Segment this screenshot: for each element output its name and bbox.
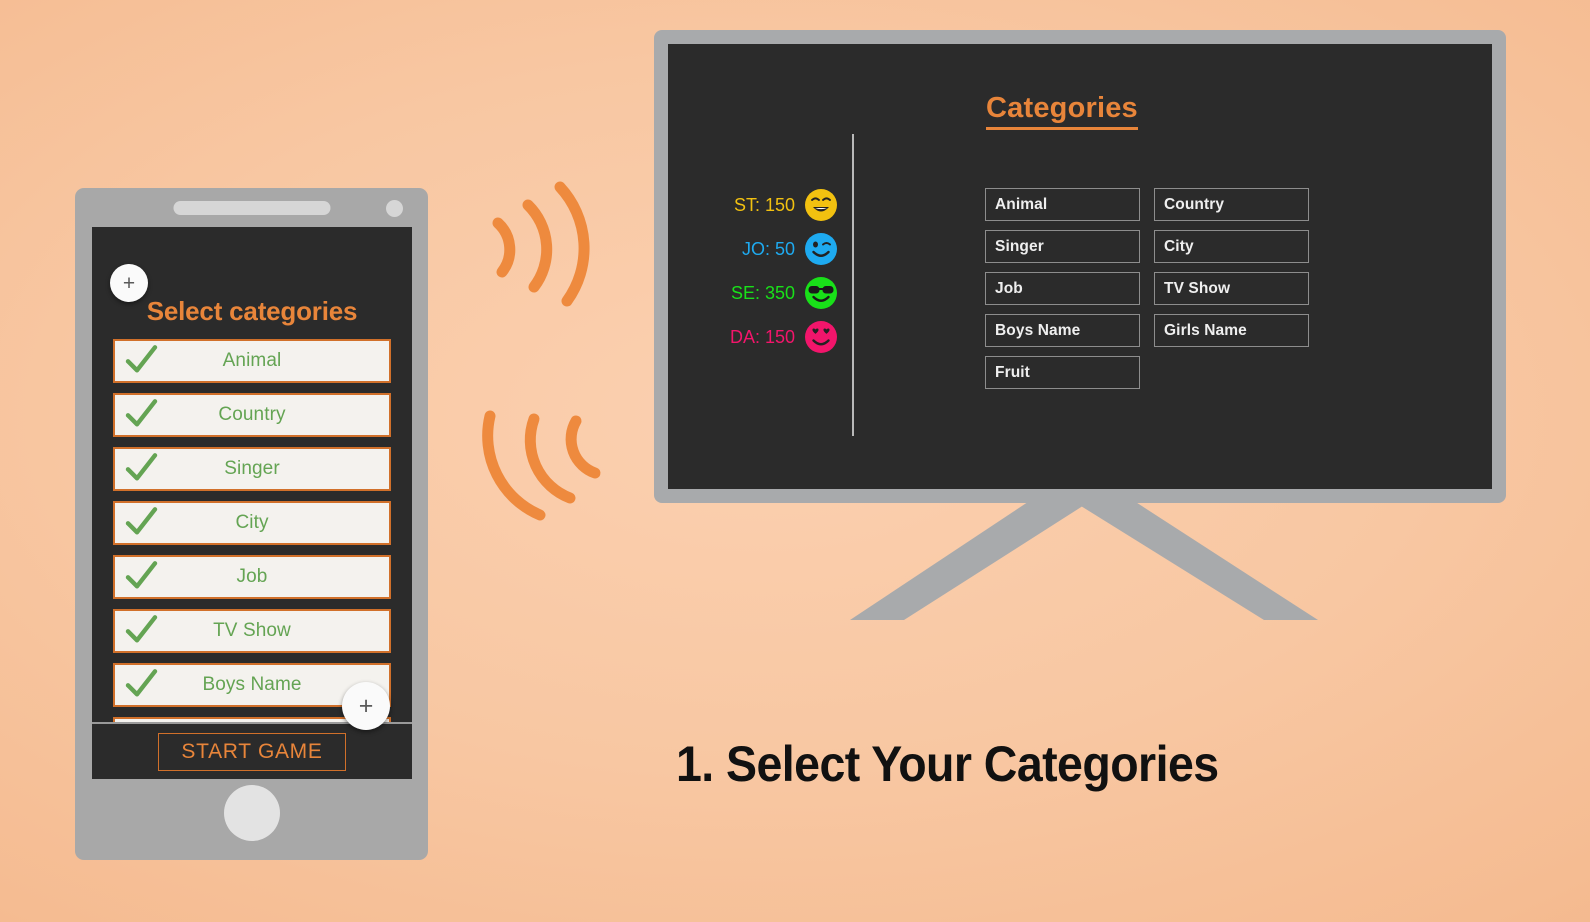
tv-vertical-divider [852,134,854,436]
checkmark-icon [124,343,158,377]
phone-category-label: Singer [224,458,280,479]
tv-category-label: Singer [995,237,1044,255]
tv-category-box: Animal [985,188,1140,221]
sunglasses-face-icon [804,276,838,310]
phone-category-label: TV Show [213,620,291,641]
tv-category-label: Job [995,279,1023,297]
tv-page-title: Categories [986,92,1138,130]
checkmark-icon [124,613,158,647]
tv-player-row: ST: 150 [700,183,838,227]
tv-player-row: SE: 350 [700,271,838,315]
phone-category-label: City [235,512,269,533]
tv-category-label: Girls Name [1164,321,1247,339]
phone-footer-bar: START GAME [92,722,412,779]
tv-category-box: Country [1154,188,1309,221]
winking-face-icon [804,232,838,266]
checkmark-icon [124,451,158,485]
signal-waves-icon-top [492,181,590,307]
phone-category-row[interactable]: City [113,501,391,545]
heart-eyes-face-icon [804,320,838,354]
phone-speaker [173,201,330,215]
phone-category-row[interactable]: Animal [113,339,391,383]
step-caption: 1. Select Your Categories [676,736,1219,792]
tv-category-label: Country [1164,195,1225,213]
signal-waves-icon-bottom [482,410,601,521]
tv-category-label: City [1164,237,1194,255]
phone-category-row[interactable]: Job [113,555,391,599]
tv-category-box: TV Show [1154,272,1309,305]
grinning-face-icon [805,189,837,221]
tv-category-label: Fruit [995,363,1030,381]
phone-home-button[interactable] [223,785,280,841]
tv-player-score: DA: 150 [729,326,795,347]
phone-category-row[interactable]: TV Show [113,609,391,653]
phone-device: + Select categories Animal Country Singer C… [75,188,428,860]
phone-category-label: Boys Name [202,674,302,695]
tv-category-box: Boys Name [985,314,1140,347]
tv-category-label: Boys Name [995,321,1081,339]
tv-category-box: City [1154,230,1309,263]
winking-face-icon [805,233,837,265]
checkmark-icon [124,505,158,539]
tv-category-box: Singer [985,230,1140,263]
checkmark-icon [124,559,158,593]
checkmark-icon [124,397,158,431]
tv-category-placeholder [1154,356,1309,389]
tv-player-row: DA: 150 [700,315,838,359]
add-category-fab-bottom[interactable]: + [342,682,390,730]
phone-camera-icon [386,200,403,217]
start-game-button[interactable]: START GAME [158,732,346,771]
phone-category-label: Animal [222,350,282,371]
tv-category-box: Job [985,272,1140,305]
tv-category-grid: Animal Singer Job Boys Name Fruit Country City… [985,188,1309,389]
phone-category-label: Job [236,566,268,587]
checkmark-icon [124,667,158,701]
phone-page-title: Select categories [146,296,358,326]
phone-screen: + Select categories Animal Country Singer C… [92,227,412,779]
tv-category-box: Fruit [985,356,1140,389]
plus-icon: + [358,691,374,720]
sunglasses-face-icon [805,277,837,309]
tv-category-label: Animal [995,195,1048,213]
add-category-fab-top[interactable]: + [110,264,148,302]
tv-player-score: SE: 350 [730,282,795,303]
phone-category-list[interactable]: Animal Country Singer City Job TV Show Boys Na… [92,339,412,722]
plus-icon: + [122,271,136,295]
tv-category-label: TV Show [1164,279,1231,297]
tv-player-scoreboard: ST: 150 JO: 50 SE: 350 DA: 150 [700,183,838,359]
phone-category-row[interactable]: Singer [113,447,391,491]
phone-category-label: Country [218,404,286,425]
tv-category-box: Girls Name [1154,314,1309,347]
tv-player-score: JO: 50 [741,238,795,259]
grinning-face-icon [804,188,838,222]
tv-player-score: ST: 150 [733,194,795,215]
tv-player-row: JO: 50 [700,227,838,271]
heart-eyes-face-icon [805,321,837,353]
phone-category-row[interactable]: Country [113,393,391,437]
tv-stand [850,488,1318,620]
